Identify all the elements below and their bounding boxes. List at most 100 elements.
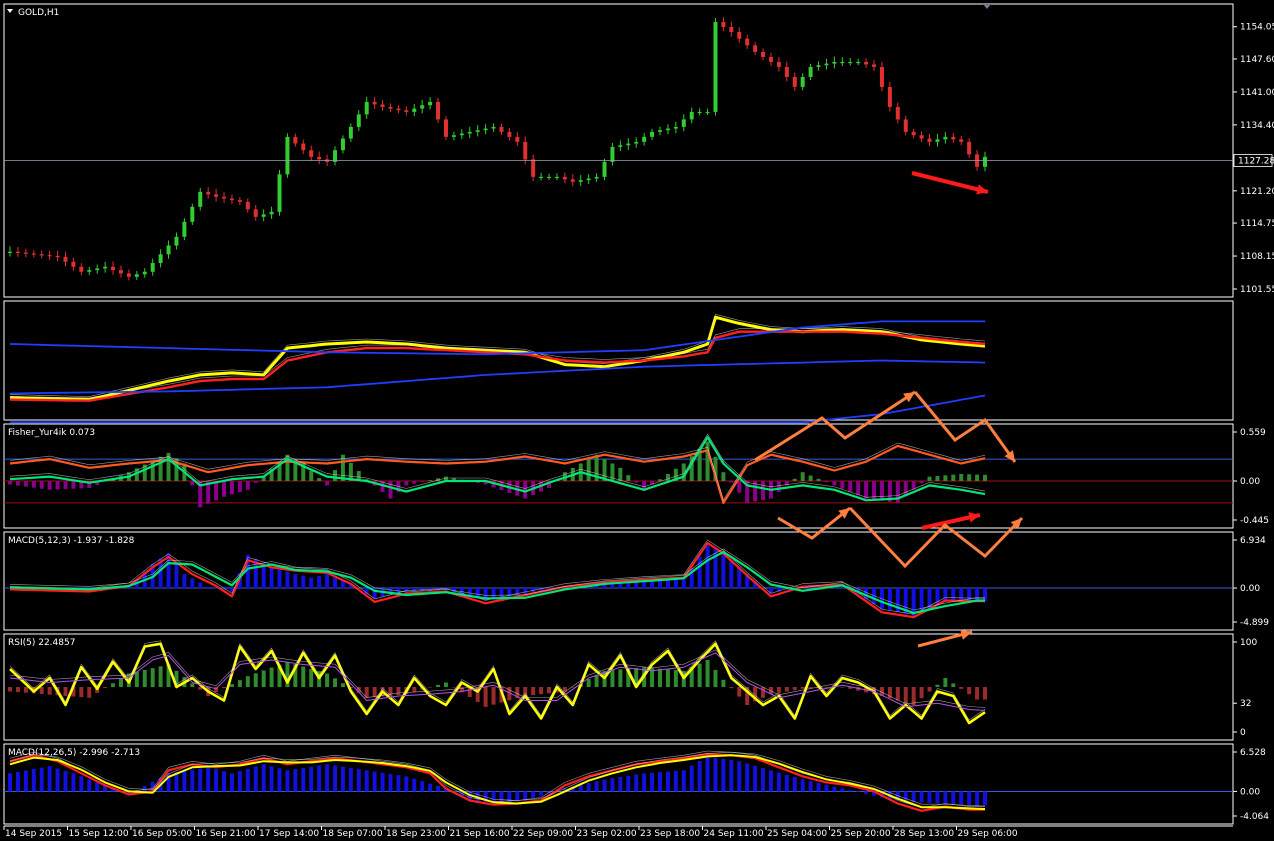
candle-body	[840, 61, 845, 64]
candle-body	[396, 108, 401, 111]
hist-bar	[317, 765, 322, 792]
hist-bar	[261, 670, 266, 687]
candle-body	[832, 61, 837, 64]
x-tick-label: 15 Sep 12:00	[69, 829, 129, 839]
hist-bar	[63, 480, 68, 490]
y-tick-label: -4.899	[1240, 618, 1269, 628]
hist-bar	[523, 480, 528, 499]
hist-bar	[333, 678, 337, 687]
y-tick-label: 1114.75	[1240, 219, 1274, 229]
hist-bar	[895, 687, 900, 701]
hist-bar	[142, 669, 147, 687]
y-tick-label: 1121.20	[1240, 187, 1274, 197]
hist-bar	[784, 774, 789, 792]
hist-bar	[626, 475, 631, 481]
hist-bar	[951, 683, 956, 687]
candle-body	[792, 76, 797, 87]
candle-body	[388, 106, 393, 109]
hist-bar	[47, 766, 52, 792]
hist-bar	[864, 480, 869, 499]
candle-body	[317, 156, 322, 160]
candle-body	[79, 266, 84, 272]
hist-bar	[626, 775, 631, 792]
hist-bar	[967, 687, 972, 695]
hist-bar	[848, 790, 853, 792]
hist-bar	[975, 588, 980, 602]
hist-bar	[800, 687, 805, 689]
hist-bar	[190, 578, 195, 589]
hist-bar	[340, 683, 345, 687]
candle-body	[348, 126, 353, 139]
hist-bar	[412, 687, 417, 692]
hist-bar	[317, 575, 322, 589]
hist-bar	[412, 588, 417, 592]
candle-body	[642, 136, 647, 142]
hist-bar	[919, 480, 924, 484]
hist-bar	[253, 673, 258, 687]
hist-bar	[610, 778, 615, 792]
candle-body	[126, 273, 131, 277]
hist-bar	[182, 574, 187, 589]
hist-bar	[943, 678, 948, 687]
hist-bar	[737, 480, 742, 493]
hist-bar	[499, 588, 504, 598]
hist-bar	[340, 766, 345, 792]
hist-bar	[618, 776, 623, 792]
candle-body	[586, 178, 591, 181]
hist-bar	[198, 768, 203, 792]
candle-body	[269, 211, 274, 215]
hist-bar	[951, 791, 956, 804]
candle-body	[951, 136, 956, 140]
y-tick-label: -0.445	[1240, 516, 1269, 526]
hist-bar	[436, 786, 441, 792]
candle-body	[475, 130, 480, 132]
hist-bar	[158, 666, 163, 687]
hist-bar	[39, 767, 44, 792]
hist-bar	[39, 480, 44, 489]
candle-body	[459, 133, 464, 136]
hist-bar	[237, 771, 242, 792]
hist-bar	[23, 687, 28, 693]
hist-bar	[79, 776, 84, 792]
candle-body	[800, 76, 805, 87]
hist-bar	[959, 588, 964, 602]
hist-bar	[586, 679, 591, 687]
hist-bar	[285, 770, 290, 792]
hist-bar	[404, 480, 409, 486]
y-tick-label: 1134.40	[1240, 121, 1274, 131]
hist-bar	[483, 687, 488, 707]
candle-body	[887, 86, 892, 107]
hist-bar	[237, 680, 242, 687]
candle-body	[150, 263, 155, 272]
hist-bar	[245, 676, 250, 687]
candle-body	[380, 104, 385, 107]
hist-bar	[927, 476, 932, 481]
hist-bar	[372, 687, 377, 698]
y-tick-label: 0.00	[1240, 584, 1260, 594]
candle-body	[610, 146, 615, 162]
hist-bar	[681, 770, 686, 792]
hist-bar	[190, 480, 195, 486]
hist-bar	[927, 687, 932, 692]
hist-bar	[277, 768, 282, 792]
hist-bar	[840, 788, 845, 792]
hist-bar	[15, 771, 20, 792]
hist-bar	[864, 791, 869, 794]
hist-bar	[697, 761, 702, 792]
hist-bar	[539, 791, 544, 796]
hist-bar	[784, 687, 789, 692]
candle-body	[864, 61, 869, 65]
hist-bar	[721, 472, 726, 481]
candle-body	[134, 274, 139, 277]
hist-bar	[681, 579, 686, 589]
hist-bar	[333, 765, 337, 792]
hist-bar	[658, 668, 662, 687]
y-tick-label: 1154.05	[1240, 23, 1274, 33]
candle-body	[872, 64, 877, 67]
hist-bar	[737, 687, 742, 697]
candle-body	[554, 176, 559, 179]
hist-bar	[792, 687, 797, 691]
x-tick-label: 18 Sep 07:00	[323, 829, 383, 839]
candle-body	[87, 270, 92, 272]
candle-body	[507, 131, 512, 137]
